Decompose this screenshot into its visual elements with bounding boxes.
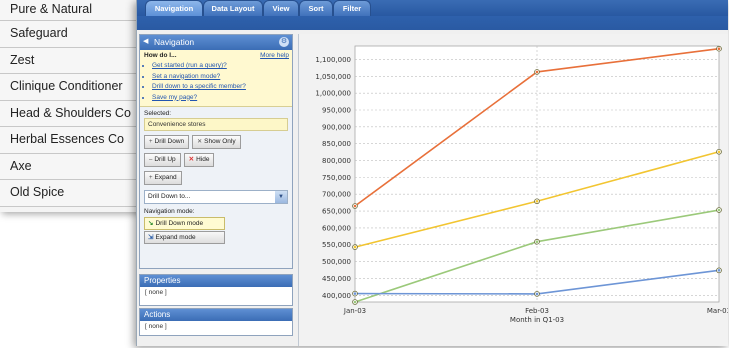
y-tick-label: 450,000 bbox=[322, 275, 351, 283]
more-help-link[interactable]: More help bbox=[260, 52, 289, 59]
properties-panel-header[interactable]: Properties bbox=[140, 275, 292, 287]
expand-mode-icon: ⇲ bbox=[148, 234, 154, 241]
data-point-fill bbox=[353, 204, 357, 208]
selected-value: Convenience stores bbox=[144, 118, 288, 131]
drill-down-mode-button[interactable]: ↘ Drill Down mode bbox=[144, 217, 225, 230]
y-tick-label: 500,000 bbox=[322, 258, 351, 266]
y-tick-label: 900,000 bbox=[322, 123, 351, 131]
y-tick-label: 650,000 bbox=[322, 208, 351, 216]
tab-bar: Navigation Data Layout View Sort Filter bbox=[137, 0, 728, 17]
expand-label: Expand bbox=[154, 174, 177, 181]
y-tick-label: 550,000 bbox=[322, 241, 351, 249]
properties-panel: Properties [ none ] bbox=[139, 274, 293, 306]
expand-mode-label: Expand mode bbox=[155, 234, 196, 241]
data-point-fill bbox=[717, 47, 721, 50]
expand-mode-button[interactable]: ⇲ Expand mode bbox=[144, 231, 225, 244]
tab-strip bbox=[137, 16, 728, 30]
show-only-button[interactable]: ✕ Show Only bbox=[192, 135, 241, 149]
y-tick-label: 700,000 bbox=[322, 191, 351, 199]
tab-filter[interactable]: Filter bbox=[333, 0, 371, 17]
navigation-panel-header: ◀ Navigation ⚙ bbox=[140, 35, 292, 50]
red-x-icon: ✕ bbox=[188, 156, 195, 163]
chevron-down-icon[interactable]: ▼ bbox=[275, 191, 287, 203]
data-point-fill bbox=[353, 292, 357, 295]
navigation-panel: ◀ Navigation ⚙ How do I... More help Get… bbox=[139, 34, 293, 269]
y-tick-label: 950,000 bbox=[322, 107, 351, 115]
tab-navigation[interactable]: Navigation bbox=[145, 0, 203, 17]
drill-down-to-select[interactable]: Drill Down to... ▼ bbox=[144, 190, 288, 204]
show-only-label: Show Only bbox=[204, 138, 236, 145]
drill-down-mode-label: Drill Down mode bbox=[155, 220, 204, 227]
tab-sort[interactable]: Sort bbox=[299, 0, 333, 17]
drill-down-to-value: Drill Down to... bbox=[148, 193, 191, 200]
chart-area: 400,000 450,000 500,000 550,000 600,000 650,0… bbox=[298, 34, 728, 346]
tab-view[interactable]: View bbox=[263, 0, 299, 17]
y-tick-label: 800,000 bbox=[322, 157, 351, 165]
drill-mode-icon: ↘ bbox=[148, 220, 154, 227]
navigation-mode-label: Navigation mode: bbox=[144, 208, 195, 215]
help-link-drill-down-member[interactable]: Drill down to a specific member? bbox=[152, 82, 289, 93]
collapse-arrow-icon[interactable]: ◀ bbox=[143, 38, 151, 46]
x-axis-title: Month in Q1-03 bbox=[510, 316, 564, 324]
hide-label: Hide bbox=[196, 156, 210, 163]
y-tick-label: 600,000 bbox=[322, 224, 351, 232]
help-heading: How do I... bbox=[144, 52, 177, 59]
analysis-window: Navigation Data Layout View Sort Filter … bbox=[136, 0, 728, 346]
line-chart: 400,000 450,000 500,000 550,000 600,000 650,0… bbox=[315, 45, 728, 324]
data-point-fill bbox=[535, 70, 539, 74]
hide-button[interactable]: ✕ Hide bbox=[183, 153, 215, 167]
y-tick-label: 850,000 bbox=[322, 140, 351, 148]
drill-up-label: Drill Up bbox=[154, 156, 176, 163]
y-tick-label: 1,100,000 bbox=[315, 56, 351, 64]
data-point-fill bbox=[535, 240, 539, 244]
actions-panel-header[interactable]: Actions bbox=[140, 309, 292, 321]
x-tick-label: Mar-03 bbox=[707, 307, 728, 315]
navigation-panel-title: Navigation bbox=[154, 37, 195, 47]
help-box: How do I... More help Get started (run a… bbox=[140, 50, 292, 107]
selected-label: Selected: bbox=[144, 110, 172, 117]
data-point-fill bbox=[717, 150, 721, 154]
data-point-fill bbox=[717, 269, 721, 272]
tab-data-layout[interactable]: Data Layout bbox=[203, 0, 263, 17]
minus-icon: – bbox=[149, 157, 153, 163]
data-point-fill bbox=[353, 245, 357, 249]
expand-button[interactable]: + Expand bbox=[144, 171, 182, 185]
plus-icon: + bbox=[149, 175, 153, 181]
y-tick-label: 400,000 bbox=[322, 292, 351, 300]
gear-icon[interactable]: ⚙ bbox=[279, 37, 289, 47]
data-point-fill bbox=[717, 208, 721, 212]
y-tick-label: 750,000 bbox=[322, 174, 351, 182]
actions-value: [ none ] bbox=[145, 323, 167, 330]
x-tick-label: Feb-03 bbox=[525, 307, 549, 315]
help-link-navigation-mode[interactable]: Set a navigation mode? bbox=[152, 72, 289, 83]
properties-value: [ none ] bbox=[145, 289, 167, 296]
help-link-save-page[interactable]: Save my page? bbox=[152, 93, 289, 104]
data-point-fill bbox=[353, 300, 357, 304]
data-point-fill bbox=[535, 199, 539, 203]
x-icon: ✕ bbox=[197, 139, 203, 145]
y-tick-label: 1,050,000 bbox=[315, 73, 351, 81]
y-tick-label: 1,000,000 bbox=[315, 90, 351, 98]
plus-icon: + bbox=[149, 139, 153, 145]
drill-up-button[interactable]: – Drill Up bbox=[144, 153, 181, 167]
actions-panel: Actions [ none ] bbox=[139, 308, 293, 336]
drill-down-label: Drill Down bbox=[154, 138, 185, 145]
data-point-fill bbox=[535, 292, 539, 296]
x-tick-label: Jan-03 bbox=[343, 307, 366, 315]
help-link-get-started[interactable]: Get started (run a query)? bbox=[152, 61, 289, 72]
drill-down-button[interactable]: + Drill Down bbox=[144, 135, 190, 149]
